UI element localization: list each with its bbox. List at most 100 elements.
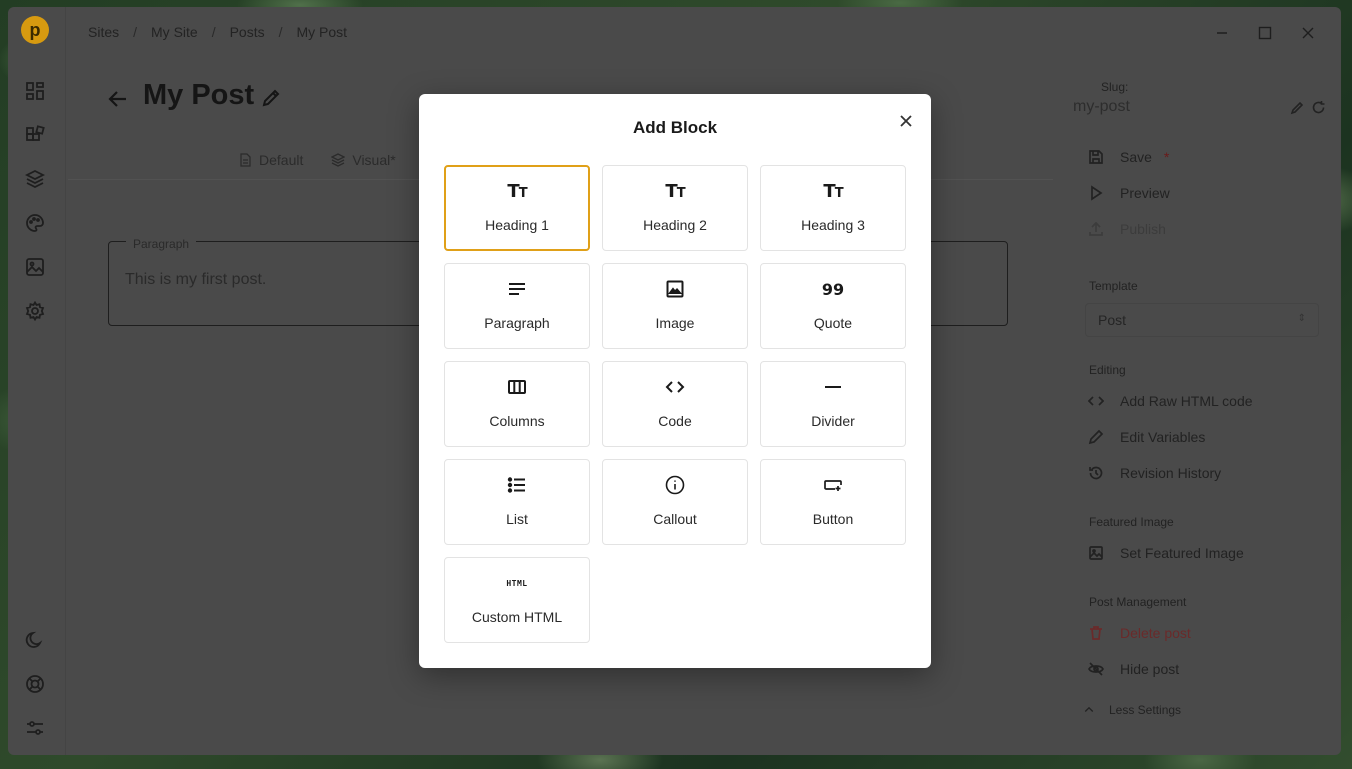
block-option-image[interactable]: Image [602,263,748,349]
tab-default[interactable]: Default [238,152,303,168]
close-window-icon[interactable] [1296,21,1320,45]
trash-icon [1090,626,1102,640]
block-option-columns[interactable]: Columns [444,361,590,447]
tab-default-label: Default [259,152,304,168]
help-lifebuoy-icon[interactable] [24,673,46,695]
block-option-label: Heading 3 [801,217,865,233]
less-settings-label: Less Settings [1109,703,1182,717]
breadcrumb-separator: / [133,24,138,40]
block-option-callout[interactable]: Callout [602,459,748,545]
block-option-label: Heading 2 [643,217,707,233]
block-option-divider[interactable]: Divider [760,361,906,447]
divider-icon [823,375,843,399]
breadcrumb-sites[interactable]: Sites [86,24,121,40]
close-icon [900,115,912,127]
left-rail: p [8,7,66,755]
block-option-heading-1[interactable]: TT Heading 1 [444,165,590,251]
block-type-grid: TT Heading 1 TT Heading 2 TT Heading 3 P… [444,165,906,643]
eye-off-icon [1088,662,1104,676]
code-icon [1088,396,1104,406]
media-icon[interactable] [24,256,46,278]
save-icon [1089,150,1103,164]
app-logo[interactable]: p [21,16,49,44]
minimize-icon[interactable] [1210,21,1234,45]
paragraph-block-text[interactable]: This is my first post. [125,271,266,289]
preview-label: Preview [1120,185,1170,201]
close-dialog-button[interactable] [896,111,916,131]
maximize-icon[interactable] [1253,21,1277,45]
select-caret-icon: ⇕ [1297,313,1306,324]
edit-slug-pencil-icon[interactable] [1290,100,1305,120]
block-option-custom-html[interactable]: HTML Custom HTML [444,557,590,643]
document-icon [240,153,251,167]
block-option-list[interactable]: List [444,459,590,545]
block-option-button[interactable]: Button [760,459,906,545]
tab-visual[interactable]: Visual* [331,152,396,168]
unsaved-indicator: * [1163,149,1170,165]
list-icon [507,473,527,497]
less-settings-toggle[interactable]: Less Settings [1083,703,1181,717]
hide-post-button[interactable]: Hide post [1088,661,1179,677]
edit-variables-button[interactable]: Edit Variables [1088,429,1205,445]
template-select[interactable]: Post ⇕ [1085,303,1319,337]
block-option-paragraph[interactable]: Paragraph [444,263,590,349]
layers-small-icon [331,153,346,167]
save-label: Save [1120,149,1152,165]
add-raw-html-label: Add Raw HTML code [1120,393,1253,409]
add-raw-html-button[interactable]: Add Raw HTML code [1088,393,1253,409]
breadcrumb-separator: / [278,24,283,40]
preferences-sliders-icon[interactable] [24,717,46,739]
breadcrumb: Sites / My Site / Posts / My Post [86,24,349,40]
palette-icon[interactable] [24,212,46,234]
template-label: Template [1089,279,1138,293]
edit-variables-label: Edit Variables [1120,429,1206,445]
publish-button[interactable]: Publish [1088,221,1166,237]
featured-image-section-label: Featured Image [1089,515,1174,529]
set-featured-image-button[interactable]: Set Featured Image [1088,545,1244,561]
regenerate-slug-icon[interactable] [1311,100,1326,120]
heading-icon: TT [665,180,685,202]
dialog-title: Add Block [632,118,718,137]
back-arrow-icon[interactable] [106,87,130,116]
info-icon [665,473,685,497]
block-option-label: Button [812,511,854,527]
edit-title-pencil-icon[interactable] [260,87,282,114]
block-option-quote[interactable]: 99 Quote [760,263,906,349]
layers-icon[interactable] [24,168,46,190]
editing-section-label: Editing [1089,363,1126,377]
block-option-label: Callout [653,511,697,527]
dashboard-icon[interactable] [24,80,46,102]
breadcrumb-my-site[interactable]: My Site [149,24,200,40]
block-option-label: Image [655,315,695,331]
delete-post-button[interactable]: Delete post [1088,625,1191,641]
history-icon [1089,466,1103,480]
block-option-code[interactable]: Code [602,361,748,447]
breadcrumb-separator: / [211,24,216,40]
breadcrumb-my-post[interactable]: My Post [295,24,350,40]
upload-icon [1089,221,1103,236]
tab-visual-label: Visual* [352,152,396,168]
breadcrumb-posts[interactable]: Posts [228,24,267,40]
template-select-value: Post [1098,312,1127,328]
block-option-heading-2[interactable]: TT Heading 2 [602,165,748,251]
pencil-icon [1088,429,1104,445]
chevron-up-icon [1084,706,1094,712]
code-icon [665,375,685,399]
hide-post-label: Hide post [1120,661,1180,677]
save-button[interactable]: Save * [1088,149,1169,165]
block-option-label: Quote [813,315,853,331]
revision-history-button[interactable]: Revision History [1088,465,1221,481]
settings-gear-icon[interactable] [24,300,46,322]
blocks-icon[interactable] [24,124,46,146]
block-option-label: Code [658,413,692,429]
paragraph-icon [507,277,527,301]
preview-button[interactable]: Preview [1088,185,1170,201]
heading-icon: TT [507,180,527,202]
post-management-section-label: Post Management [1089,595,1187,609]
paragraph-block-label: Paragraph [126,237,197,251]
html-icon: HTML [506,578,528,588]
image-icon [1089,546,1103,560]
block-option-heading-3[interactable]: TT Heading 3 [760,165,906,251]
dark-mode-moon-icon[interactable] [24,629,46,651]
editor-mode-tabs: Default Visual* [238,152,396,168]
